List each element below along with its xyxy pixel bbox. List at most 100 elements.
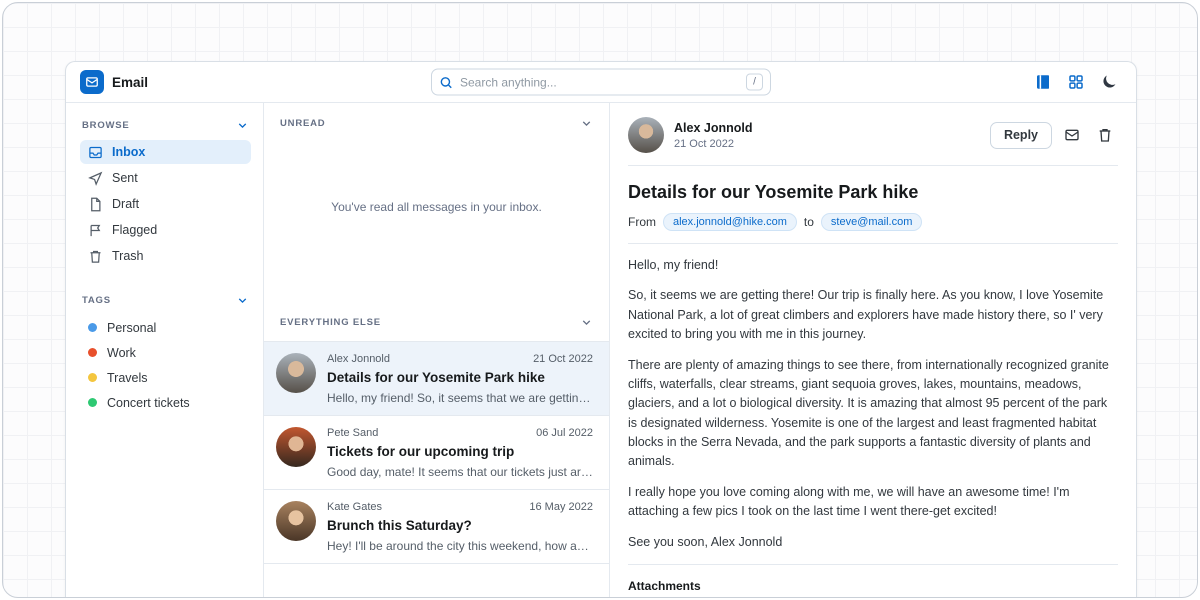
email-list-item[interactable]: Pete Sand 06 Jul 2022 Tickets for our up… (264, 416, 609, 490)
search-input[interactable] (460, 75, 739, 89)
sidebar-item-trash[interactable]: Trash (80, 244, 251, 268)
email-item-body: Kate Gates 16 May 2022 Brunch this Satur… (327, 501, 593, 553)
chevron-down-icon (236, 294, 249, 307)
divider (628, 165, 1118, 166)
delete-mail-button[interactable] (1091, 122, 1118, 149)
email-sender: Pete Sand (327, 427, 378, 439)
email-detail-pane: Alex Jonnold 21 Oct 2022 Reply (610, 103, 1136, 598)
browse-label: BROWSE (82, 120, 130, 131)
email-list-item[interactable]: Alex Jonnold 21 Oct 2022 Details for our… (264, 342, 609, 416)
email-item-body: Pete Sand 06 Jul 2022 Tickets for our up… (327, 427, 593, 479)
from-email-chip[interactable]: alex.jonnold@hike.com (663, 213, 797, 231)
trash-icon (88, 249, 103, 264)
tags-label: TAGS (82, 295, 111, 306)
detail-header: Alex Jonnold 21 Oct 2022 Reply (628, 117, 1118, 153)
to-email-chip[interactable]: steve@mail.com (821, 213, 922, 231)
tag-label: Concert tickets (107, 396, 190, 410)
email-paragraph: See you soon, Alex Jonnold (628, 533, 1118, 552)
unread-section-header[interactable]: UNREAD (264, 103, 609, 138)
from-label: From (628, 215, 656, 229)
tag-label: Work (107, 346, 136, 360)
reply-button[interactable]: Reply (990, 122, 1052, 149)
mail-icon (1064, 127, 1080, 143)
app-title: Email (112, 75, 148, 90)
chevron-down-icon (580, 117, 593, 130)
chevron-down-icon (580, 316, 593, 329)
tags-section-header[interactable]: TAGS (80, 290, 251, 315)
sidebar-item-flagged[interactable]: Flagged (80, 218, 251, 242)
flag-icon (88, 223, 103, 238)
email-subject: Details for our Yosemite Park hike (327, 370, 593, 385)
sidebar-item-label: Inbox (112, 145, 145, 159)
tag-label: Travels (107, 371, 148, 385)
email-paragraph: I really hope you love coming along with… (628, 483, 1118, 522)
email-item-body: Alex Jonnold 21 Oct 2022 Details for our… (327, 353, 593, 405)
everything-else-label: EVERYTHING ELSE (280, 317, 381, 328)
everything-else-section-header[interactable]: EVERYTHING ELSE (264, 302, 609, 342)
brand: Email (80, 70, 148, 94)
sidebar-item-draft[interactable]: Draft (80, 192, 251, 216)
tag-item-personal[interactable]: Personal (80, 315, 251, 340)
inbox-icon (88, 145, 103, 160)
email-date: 06 Jul 2022 (536, 427, 593, 439)
detail-actions: Reply (990, 122, 1118, 149)
email-logo-icon (80, 70, 104, 94)
sidebar-item-inbox[interactable]: Inbox (80, 140, 251, 164)
sidebar-item-label: Flagged (112, 223, 157, 237)
email-paragraph: Hello, my friend! (628, 256, 1118, 275)
email-sender: Kate Gates (327, 501, 382, 513)
email-subject: Brunch this Saturday? (327, 518, 593, 533)
search-box: / (431, 69, 771, 96)
to-label: to (804, 215, 814, 229)
email-list-item[interactable]: Kate Gates 16 May 2022 Brunch this Satur… (264, 490, 609, 564)
search-icon (439, 75, 453, 89)
sidebar-item-label: Draft (112, 197, 139, 211)
email-preview: Hey! I'll be around the city this weeken… (327, 539, 593, 553)
detail-subject: Details for our Yosemite Park hike (628, 182, 1118, 203)
book-icon (1034, 73, 1052, 91)
main-columns: BROWSE Inbox Sent (66, 103, 1136, 598)
attachments-label: Attachments (628, 579, 1118, 593)
dark-mode-toggle[interactable] (1095, 69, 1122, 96)
mail-list-column: UNREAD You've read all messages in your … (264, 103, 610, 598)
avatar (276, 501, 316, 541)
email-app-window: Email / (65, 61, 1137, 598)
tag-label: Personal (107, 321, 156, 335)
tag-item-work[interactable]: Work (80, 340, 251, 365)
tag-item-concert-tickets[interactable]: Concert tickets (80, 390, 251, 415)
app-header: Email / (66, 62, 1136, 103)
tag-color-dot (88, 348, 97, 357)
email-paragraph: There are plenty of amazing things to se… (628, 356, 1118, 472)
avatar (628, 117, 664, 153)
avatar (276, 353, 316, 393)
trash-icon (1097, 127, 1113, 143)
from-to-row: From alex.jonnold@hike.com to steve@mail… (628, 213, 1118, 231)
apps-grid-icon (1067, 73, 1085, 91)
email-preview: Hello, my friend! So, it seems that we a… (327, 391, 593, 405)
email-date: 21 Oct 2022 (533, 353, 593, 365)
header-actions (1029, 69, 1122, 96)
book-icon-button[interactable] (1029, 69, 1056, 96)
sidebar-item-sent[interactable]: Sent (80, 166, 251, 190)
moon-icon (1100, 73, 1118, 91)
forward-mail-button[interactable] (1058, 122, 1085, 149)
tag-color-dot (88, 323, 97, 332)
browse-section-header[interactable]: BROWSE (80, 115, 251, 140)
tag-color-dot (88, 398, 97, 407)
email-preview: Good day, mate! It seems that our ticket… (327, 465, 593, 479)
sent-icon (88, 171, 103, 186)
sidebar-item-label: Sent (112, 171, 138, 185)
email-body-text: Hello, my friend! So, it seems we are ge… (628, 256, 1118, 552)
detail-sender-block: Alex Jonnold 21 Oct 2022 (674, 121, 752, 150)
detail-date: 21 Oct 2022 (674, 138, 752, 150)
unread-label: UNREAD (280, 118, 325, 129)
apps-grid-button[interactable] (1062, 69, 1089, 96)
email-sender: Alex Jonnold (327, 353, 390, 365)
tag-item-travels[interactable]: Travels (80, 365, 251, 390)
email-paragraph: So, it seems we are getting there! Our t… (628, 286, 1118, 344)
unread-empty-message: You've read all messages in your inbox. (264, 138, 609, 276)
avatar (276, 427, 316, 467)
email-date: 16 May 2022 (529, 501, 593, 513)
divider (628, 564, 1118, 565)
email-subject: Tickets for our upcoming trip (327, 444, 593, 459)
